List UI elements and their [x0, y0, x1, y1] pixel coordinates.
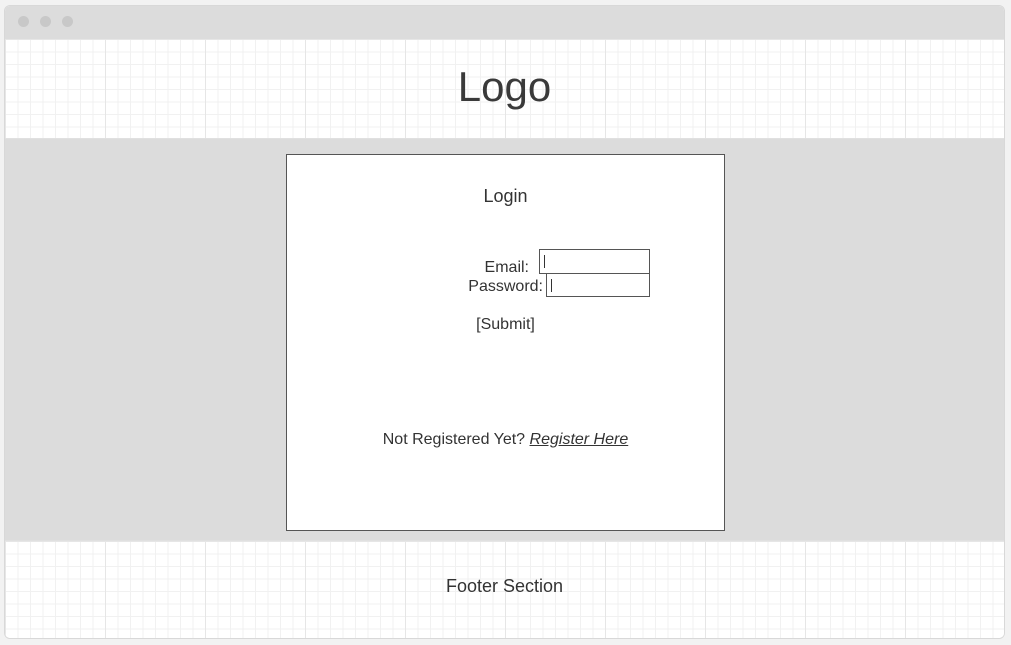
footer-section: Footer Section: [5, 540, 1004, 638]
password-field[interactable]: [546, 273, 650, 297]
login-title: Login: [483, 186, 528, 206]
close-window-icon[interactable]: [18, 16, 29, 27]
text-cursor: [544, 255, 545, 268]
email-field[interactable]: [539, 249, 650, 274]
main-section: Login Email: Password: [Submit] Not Regi…: [5, 139, 1004, 540]
minimize-window-icon[interactable]: [40, 16, 51, 27]
footer-text: Footer Section: [445, 576, 564, 596]
email-label: Email:: [484, 259, 529, 276]
register-prompt: Not Registered Yet?: [382, 431, 526, 448]
text-cursor: [551, 279, 552, 292]
password-label: Password:: [468, 278, 543, 295]
browser-window: Logo Login Email: Password: [Submit] Not…: [4, 5, 1005, 639]
header-section: Logo: [5, 39, 1004, 139]
window-titlebar: [5, 6, 1004, 39]
logo: Logo: [457, 63, 552, 110]
maximize-window-icon[interactable]: [62, 16, 73, 27]
login-form: Login Email: Password: [Submit] Not Regi…: [286, 154, 725, 531]
register-link[interactable]: Register Here: [530, 431, 629, 448]
register-prompt-line: Not Registered Yet? Register Here: [287, 431, 724, 449]
submit-button[interactable]: [Submit]: [287, 316, 724, 334]
